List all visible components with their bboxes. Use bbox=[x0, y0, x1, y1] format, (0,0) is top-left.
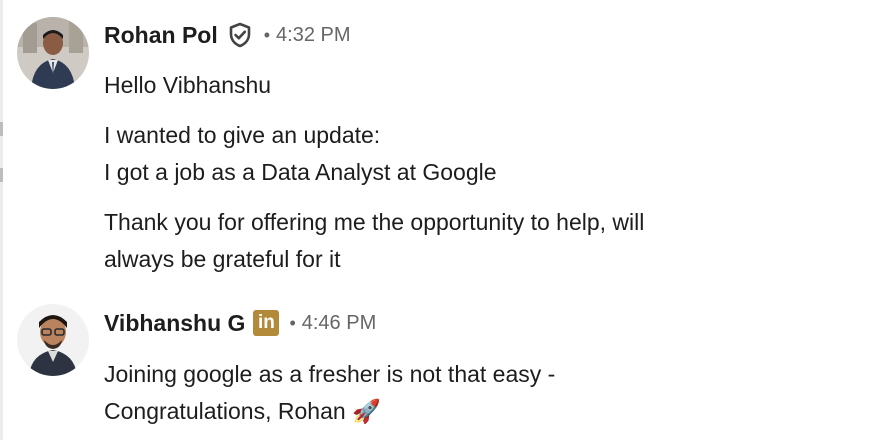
timestamp: 4:32 PM bbox=[276, 23, 351, 46]
separator-dot: • bbox=[263, 24, 271, 45]
scroll-marker bbox=[0, 168, 3, 182]
message-thread: Rohan Pol • 4:32 PM Hello Vibhanshu I wa… bbox=[0, 0, 892, 440]
message-text: always be grateful for it bbox=[104, 246, 341, 272]
sender-name[interactable]: Vibhanshu G bbox=[104, 310, 245, 337]
avatar-photo-rohan bbox=[17, 17, 89, 89]
message-paragraph: Joining google as a fresher is not that … bbox=[104, 356, 555, 430]
message-text: Congratulations, Rohan 🚀 bbox=[104, 398, 381, 424]
scroll-marker bbox=[0, 122, 3, 136]
message-paragraph: Hello Vibhanshu bbox=[104, 67, 271, 104]
linkedin-icon: in bbox=[253, 310, 280, 336]
message-paragraph: I wanted to give an update: I got a job … bbox=[104, 117, 497, 191]
linkedin-badge-text: in bbox=[253, 310, 280, 336]
separator-dot: • bbox=[289, 312, 296, 333]
message-text: I got a job as a Data Analyst at Google bbox=[104, 159, 497, 185]
sender-name[interactable]: Rohan Pol bbox=[104, 22, 218, 49]
message-text: Hello Vibhanshu bbox=[104, 72, 272, 98]
avatar[interactable] bbox=[17, 304, 89, 376]
avatar[interactable] bbox=[17, 17, 89, 89]
timestamp: 4:46 PM bbox=[301, 311, 377, 334]
pane-divider bbox=[0, 0, 3, 440]
avatar-photo-vibhanshu bbox=[17, 304, 89, 376]
verified-shield-icon bbox=[226, 21, 254, 49]
message-text: Joining google as a fresher is not that … bbox=[104, 361, 556, 387]
message-text: Thank you for offering me the opportunit… bbox=[104, 209, 645, 235]
message-paragraph: Thank you for offering me the opportunit… bbox=[104, 204, 644, 278]
message-header: Rohan Pol • 4:32 PM bbox=[104, 18, 351, 52]
message-text: I wanted to give an update: bbox=[104, 122, 381, 148]
message-header: Vibhanshu G in • 4:46 PM bbox=[104, 306, 376, 340]
